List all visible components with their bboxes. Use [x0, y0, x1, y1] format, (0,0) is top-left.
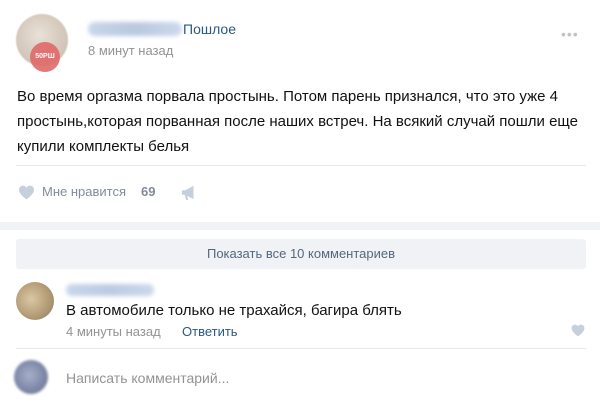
heart-icon[interactable] [18, 185, 35, 200]
composer-divider [16, 348, 586, 349]
comment-avatar[interactable] [16, 282, 54, 320]
post-time[interactable]: 8 минут назад [88, 43, 173, 58]
comment-input[interactable] [60, 366, 592, 390]
post-divider [16, 165, 586, 166]
show-all-comments-button[interactable]: Показать все 10 комментариев [16, 239, 586, 269]
composer-avatar [14, 360, 48, 394]
like-button[interactable]: Мне нравится [42, 184, 126, 199]
comment-heart-icon[interactable] [571, 324, 585, 337]
avatar-badge: 50РШ [30, 42, 60, 72]
comment-text: В автомобиле только не трахайся, багира … [66, 302, 402, 319]
more-icon[interactable]: ••• [561, 26, 579, 42]
comment-author-blurred[interactable] [66, 284, 154, 296]
post-header: 50РШ Пошлое 8 минут назад ••• [0, 0, 600, 72]
comment-time: 4 минуты назад [66, 324, 161, 339]
author-name-blurred[interactable] [88, 22, 182, 36]
community-name[interactable]: Пошлое [183, 21, 236, 37]
like-count: 69 [141, 184, 156, 199]
section-separator [0, 222, 600, 230]
post-text: Во время оргазма порвала простынь. Потом… [17, 88, 578, 155]
share-icon[interactable] [180, 184, 198, 201]
reply-button[interactable]: Ответить [182, 324, 238, 339]
